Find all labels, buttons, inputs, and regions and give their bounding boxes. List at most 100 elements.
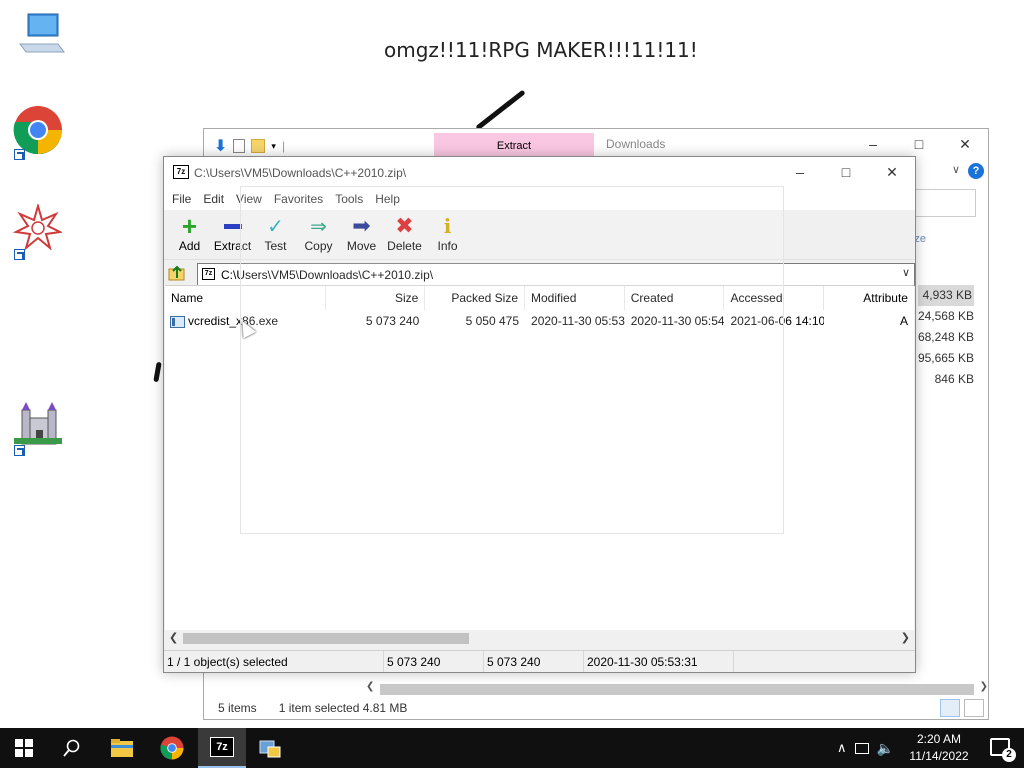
test-check-icon: ✓ xyxy=(267,215,284,238)
scroll-right-icon[interactable]: ❯ xyxy=(901,631,910,644)
status-selection: 1 item selected 4.81 MB xyxy=(278,701,408,715)
folder-up-button[interactable] xyxy=(168,264,186,282)
chevron-down-icon[interactable]: ▾ xyxy=(271,141,276,152)
column-header-size[interactable]: ze xyxy=(914,233,926,245)
menu-edit[interactable]: Edit xyxy=(197,188,230,210)
status-selection: 1 / 1 object(s) selected xyxy=(164,651,384,672)
folder-icon[interactable] xyxy=(251,139,266,153)
list-hscrollbar[interactable]: ❮ ❯ xyxy=(165,630,914,647)
minimize-button[interactable]: – xyxy=(850,129,896,159)
sevenzip-title: C:\Users\VM5\Downloads\C++2010.zip\ xyxy=(194,166,407,180)
scroll-right-icon[interactable]: ❯ xyxy=(980,681,988,692)
extract-button-label: Extract xyxy=(213,239,252,253)
info-button[interactable]: i Info xyxy=(426,210,469,259)
file-list[interactable]: Name Size Packed Size Modified Created A… xyxy=(165,285,914,647)
copy-button[interactable]: ⇒ Copy xyxy=(297,210,340,259)
info-button-label: Info xyxy=(437,239,458,253)
status-packed-size: 5 073 240 xyxy=(484,651,584,672)
ribbon-expand-icon[interactable]: ∨ xyxy=(952,163,960,176)
volume-icon[interactable]: 🔈 xyxy=(877,740,894,757)
taskbar: 7z ∧ 🔈 2:20 AM 11/14/2022 2 xyxy=(0,728,1024,768)
toolbar: + Add Extract ✓ Test ⇒ Copy ➡ Move ✖ Del… xyxy=(164,210,915,260)
clock[interactable]: 2:20 AM 11/14/2022 xyxy=(906,731,972,765)
chevron-down-icon[interactable]: ∨ xyxy=(902,266,910,279)
down-arrow-icon[interactable]: ⬇ xyxy=(214,136,227,156)
column-header-accessed[interactable]: Accessed xyxy=(724,286,825,310)
column-header-attributes[interactable]: Attribute xyxy=(824,286,914,310)
menu-file[interactable]: File xyxy=(166,188,197,210)
add-button-label: Add xyxy=(178,239,201,253)
menu-tools[interactable]: Tools xyxy=(329,188,369,210)
move-button-label: Move xyxy=(346,239,377,253)
extract-button[interactable]: Extract xyxy=(211,210,254,259)
file-packed-size: 5 050 475 xyxy=(465,314,520,328)
status-size: 5 073 240 xyxy=(384,651,484,672)
menu-help[interactable]: Help xyxy=(369,188,406,210)
file-attributes: A xyxy=(899,314,908,328)
delete-x-icon: ✖ xyxy=(395,213,414,238)
copy-button-label: Copy xyxy=(304,239,333,253)
status-item-count: 5 items xyxy=(218,701,257,715)
computer-icon[interactable] xyxy=(12,10,68,66)
scroll-left-icon[interactable]: ❮ xyxy=(366,681,374,692)
folder-icon xyxy=(111,739,133,757)
close-button[interactable]: ✕ xyxy=(869,157,915,187)
delete-button[interactable]: ✖ Delete xyxy=(383,210,426,259)
taskbar-app[interactable] xyxy=(246,728,294,768)
notification-count: 2 xyxy=(1002,748,1016,762)
help-icon[interactable]: ? xyxy=(968,163,984,179)
explorer-hscrollbar[interactable]: ❮ ❯ xyxy=(366,681,988,697)
castle-app-icon[interactable] xyxy=(12,400,68,456)
test-button[interactable]: ✓ Test xyxy=(254,210,297,259)
scroll-thumb[interactable] xyxy=(380,684,974,695)
file-modified: 2020-11-30 05:53 xyxy=(531,314,625,328)
taskbar-file-explorer[interactable] xyxy=(98,728,146,768)
search-input[interactable] xyxy=(912,189,976,217)
exe-file-icon xyxy=(170,315,185,328)
taskbar-chrome[interactable] xyxy=(148,728,196,768)
notification-center-icon[interactable]: 2 xyxy=(990,738,1016,762)
sevenzip-titlebar[interactable]: 7z C:\Users\VM5\Downloads\C++2010.zip\ –… xyxy=(164,157,915,188)
column-header-packed-size[interactable]: Packed Size xyxy=(425,286,526,310)
chevron-up-icon[interactable]: ∧ xyxy=(837,740,847,756)
large-icons-view-button[interactable] xyxy=(964,699,984,717)
list-item[interactable]: vcredist_x86.exe 5 073 240 5 050 475 202… xyxy=(165,310,914,332)
minus-icon xyxy=(223,223,242,229)
maximize-button[interactable]: □ xyxy=(896,129,942,159)
menu-view[interactable]: View xyxy=(230,188,268,210)
minimize-button[interactable]: – xyxy=(777,157,823,187)
sevenzip-window[interactable]: 7z C:\Users\VM5\Downloads\C++2010.zip\ –… xyxy=(163,156,916,673)
menu-favorites[interactable]: Favorites xyxy=(268,188,329,210)
details-view-button[interactable] xyxy=(940,699,960,717)
maximize-button[interactable]: □ xyxy=(823,157,869,187)
sevenzip-statusbar: 1 / 1 object(s) selected 5 073 240 5 073… xyxy=(164,650,915,672)
wallpaper-text: omgz!!11!RPG MAKER!!!11!11! xyxy=(384,38,698,62)
properties-icon[interactable] xyxy=(233,139,246,153)
column-header-created[interactable]: Created xyxy=(625,286,725,310)
address-bar[interactable]: 7z C:\Users\VM5\Downloads\C++2010.zip\ ∨ xyxy=(197,263,915,286)
scroll-left-icon[interactable]: ❮ xyxy=(169,631,178,644)
explorer-titlebar[interactable]: ⬇ ▾ | Extract Downloads – □ ✕ xyxy=(204,129,988,159)
rpg-maker-icon[interactable] xyxy=(12,202,68,260)
delete-button-label: Delete xyxy=(387,239,422,253)
network-icon[interactable] xyxy=(854,742,869,754)
column-header-modified[interactable]: Modified xyxy=(525,286,625,310)
file-created: 2020-11-30 05:54 xyxy=(630,314,725,328)
start-button[interactable] xyxy=(0,728,48,768)
search-button[interactable] xyxy=(48,728,96,768)
chrome-icon[interactable] xyxy=(12,104,68,160)
scroll-thumb[interactable] xyxy=(183,633,469,644)
close-button[interactable]: ✕ xyxy=(942,129,988,159)
column-header-size[interactable]: Size xyxy=(326,286,426,310)
list-header: Name Size Packed Size Modified Created A… xyxy=(165,286,914,310)
column-header-name[interactable]: Name xyxy=(165,286,326,310)
move-button[interactable]: ➡ Move xyxy=(340,210,383,259)
shortcut-arrow-icon xyxy=(14,249,25,260)
ribbon-tab-extract[interactable]: Extract xyxy=(434,133,594,157)
search-icon xyxy=(63,739,80,757)
taskbar-7zip[interactable]: 7z xyxy=(198,728,246,768)
file-size: 846 KB xyxy=(934,372,974,386)
test-button-label: Test xyxy=(264,239,287,253)
add-button[interactable]: + Add xyxy=(168,210,211,259)
file-size: 5 073 240 xyxy=(365,314,420,328)
